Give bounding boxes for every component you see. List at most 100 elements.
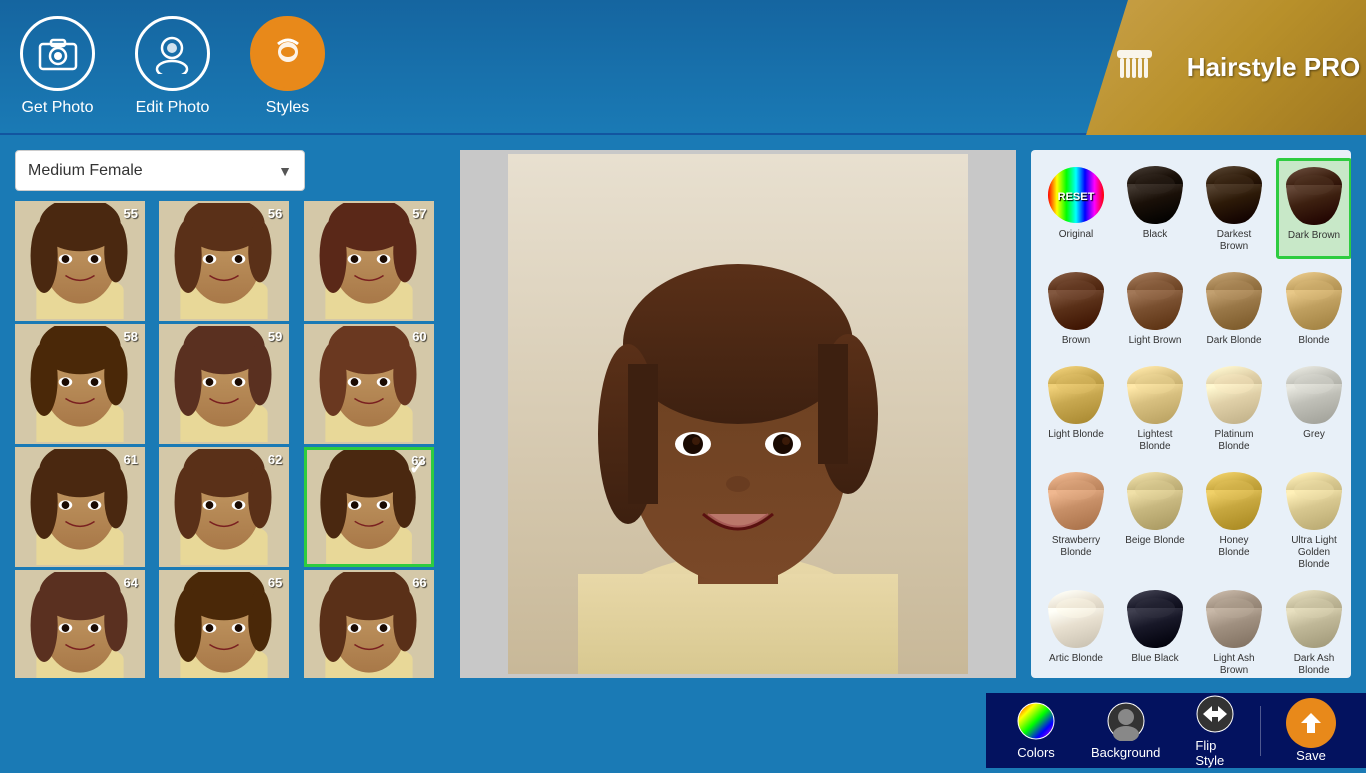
- save-label: Save: [1296, 748, 1326, 763]
- style-item[interactable]: 63 ✓: [304, 447, 434, 567]
- nav-item-styles[interactable]: Styles: [250, 16, 325, 117]
- style-item[interactable]: 56: [159, 201, 289, 321]
- swatch-label: Original: [1059, 229, 1093, 241]
- swatch-label: Ultra Light Golden Blonde: [1282, 535, 1346, 571]
- hair-color-swatch: [1045, 270, 1107, 332]
- swatch-label: Brown: [1062, 335, 1090, 347]
- style-number: 58: [124, 329, 138, 344]
- edit-photo-label: Edit Photo: [136, 99, 210, 117]
- swatch-label: Beige Blonde: [1125, 535, 1185, 547]
- style-number: 60: [412, 329, 426, 344]
- swatch-label: Dark Brown: [1288, 230, 1340, 242]
- style-item[interactable]: 57: [304, 201, 434, 321]
- style-number: 55: [124, 206, 138, 221]
- style-number: 65: [268, 575, 282, 590]
- background-icon: [1106, 701, 1146, 741]
- color-swatch-beige-blonde[interactable]: Beige Blonde: [1118, 464, 1192, 577]
- style-item[interactable]: 62: [159, 447, 289, 567]
- colors-toolbar-button[interactable]: Colors: [1001, 696, 1071, 765]
- svg-text:RESET: RESET: [1058, 191, 1095, 203]
- get-photo-icon: [20, 16, 95, 91]
- hair-swatch-image: [1124, 364, 1186, 426]
- color-swatch-platinum-blonde[interactable]: Platinum Blonde: [1197, 358, 1271, 459]
- hair-color-swatch: [1045, 470, 1107, 532]
- hair-swatch-image: [1045, 364, 1107, 426]
- hair-swatch-image: [1203, 588, 1265, 650]
- hair-color-swatch: [1124, 364, 1186, 426]
- color-swatch-artic-blonde[interactable]: Artic Blonde: [1039, 582, 1113, 678]
- color-swatch-grey[interactable]: Grey: [1276, 358, 1351, 459]
- color-swatch-dark-blonde[interactable]: Dark Blonde: [1197, 264, 1271, 353]
- swatch-label: Darkest Brown: [1203, 229, 1265, 253]
- swatch-label: Lightest Blonde: [1124, 429, 1186, 453]
- hair-color-swatch: [1124, 470, 1186, 532]
- hair-swatch-image: [1283, 165, 1345, 227]
- hair-swatch-image: [1283, 364, 1345, 426]
- comb-icon: [1112, 45, 1157, 90]
- hair-color-swatch: [1203, 470, 1265, 532]
- nav-item-edit-photo[interactable]: Edit Photo: [135, 16, 210, 117]
- hair-swatch-image: [1124, 164, 1186, 226]
- swatch-label: Blue Black: [1131, 653, 1178, 665]
- color-swatch-lightest-blonde[interactable]: Lightest Blonde: [1118, 358, 1192, 459]
- style-item[interactable]: 60: [304, 324, 434, 444]
- style-item[interactable]: 59: [159, 324, 289, 444]
- hair-color-swatch: [1045, 364, 1107, 426]
- swatch-label: Strawberry Blonde: [1045, 535, 1107, 559]
- style-item[interactable]: 64: [15, 570, 145, 678]
- style-number: 64: [124, 575, 138, 590]
- bottom-toolbar: Colors Background Flip Style: [986, 693, 1366, 768]
- flip-style-toolbar-button[interactable]: Flip Style: [1180, 689, 1250, 773]
- hair-swatch-image: [1124, 270, 1186, 332]
- color-swatch-blonde[interactable]: Blonde: [1276, 264, 1351, 353]
- brand-title: Hairstyle PRO: [1187, 52, 1360, 83]
- style-number: 57: [412, 206, 426, 221]
- color-swatch-dark-brown[interactable]: Dark Brown: [1276, 158, 1351, 259]
- color-swatch-light-ash-brown[interactable]: Light Ash Brown: [1197, 582, 1271, 678]
- preview-panel: [460, 150, 1016, 678]
- style-category-dropdown[interactable]: Medium Female ▼: [15, 150, 305, 191]
- style-item[interactable]: 58: [15, 324, 145, 444]
- hair-color-swatch: [1124, 588, 1186, 650]
- hair-color-swatch: [1124, 270, 1186, 332]
- color-swatch-honey-blonde[interactable]: Honey Blonde: [1197, 464, 1271, 577]
- save-toolbar-button[interactable]: Save: [1271, 693, 1351, 768]
- header: Get Photo Edit Photo Styles Hairstyle PR…: [0, 0, 1366, 135]
- color-swatch-brown[interactable]: Brown: [1039, 264, 1113, 353]
- style-item[interactable]: 66: [304, 570, 434, 678]
- color-swatch-darkest-brown[interactable]: Darkest Brown: [1197, 158, 1271, 259]
- color-swatch-light-blonde[interactable]: Light Blonde: [1039, 358, 1113, 459]
- nav-item-get-photo[interactable]: Get Photo: [20, 16, 95, 117]
- color-swatch-ultra-light-golden-blonde[interactable]: Ultra Light Golden Blonde: [1276, 464, 1351, 577]
- save-icon: [1286, 698, 1336, 748]
- background-toolbar-button[interactable]: Background: [1076, 696, 1175, 765]
- color-swatch-original[interactable]: RESET Original: [1039, 158, 1113, 259]
- hair-swatch-image: [1203, 364, 1265, 426]
- hair-swatch-image: [1045, 588, 1107, 650]
- swatch-label: Light Brown: [1129, 335, 1182, 347]
- style-item[interactable]: 65: [159, 570, 289, 678]
- hair-color-swatch: [1203, 164, 1265, 226]
- color-swatch-light-brown[interactable]: Light Brown: [1118, 264, 1192, 353]
- main-preview-image: [508, 154, 968, 674]
- background-label: Background: [1091, 745, 1160, 760]
- style-grid: 55: [15, 201, 445, 678]
- style-item[interactable]: 61: [15, 447, 145, 567]
- swatch-label: Dark Ash Blonde: [1282, 653, 1346, 677]
- styles-label: Styles: [266, 99, 310, 117]
- edit-photo-icon: [135, 16, 210, 91]
- toolbar-divider: [1260, 706, 1261, 756]
- color-swatch-black[interactable]: Black: [1118, 158, 1192, 259]
- hair-swatch-image: [1203, 270, 1265, 332]
- style-number: 62: [268, 452, 282, 467]
- color-swatch-strawberry-blonde[interactable]: Strawberry Blonde: [1039, 464, 1113, 577]
- color-swatch-blue-black[interactable]: Blue Black: [1118, 582, 1192, 678]
- dropdown-value: Medium Female: [28, 162, 143, 180]
- hair-color-swatch: [1283, 588, 1345, 650]
- style-number: 66: [412, 575, 426, 590]
- style-item[interactable]: 55: [15, 201, 145, 321]
- swatch-label: Light Blonde: [1048, 429, 1104, 441]
- hair-color-swatch: [1283, 470, 1345, 532]
- color-swatch-dark-ash-blonde[interactable]: Dark Ash Blonde: [1276, 582, 1351, 678]
- hair-color-swatch: [1203, 588, 1265, 650]
